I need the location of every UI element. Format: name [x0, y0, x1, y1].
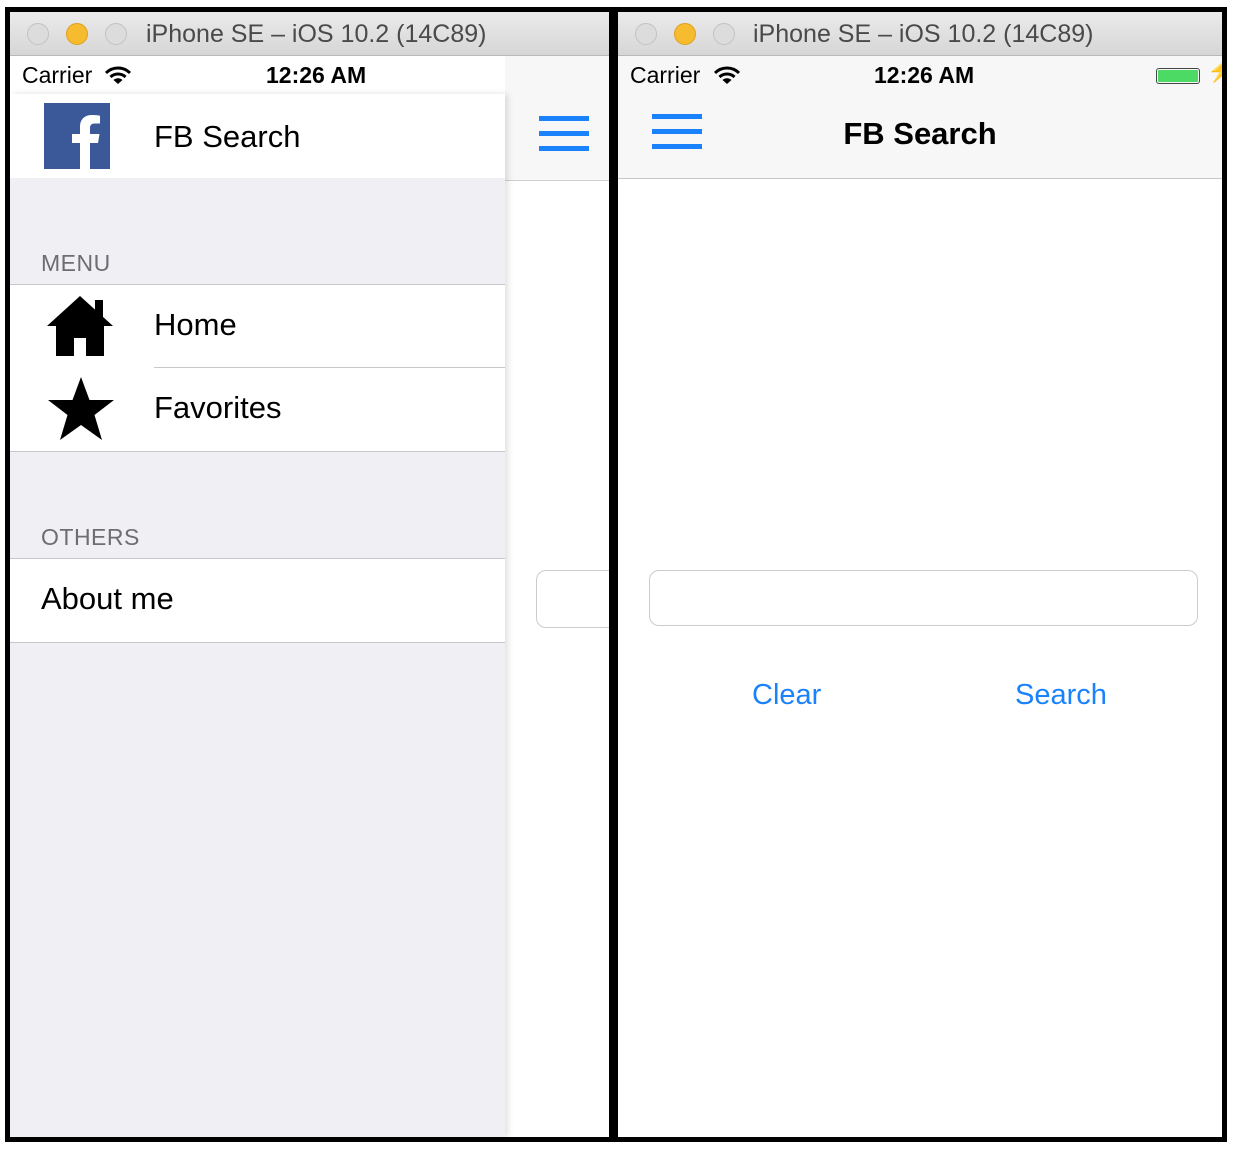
status-bar: Carrier 12:26 AM ⚡: [618, 56, 1222, 94]
search-input[interactable]: [649, 570, 1198, 626]
menu-item-label: Favorites: [154, 390, 282, 425]
menu-item-label: About me: [41, 581, 174, 616]
page-title: FB Search: [843, 116, 997, 151]
simulator-titlebar: iPhone SE – iOS 10.2 (14C89): [10, 12, 609, 56]
window-title: iPhone SE – iOS 10.2 (14C89): [146, 20, 487, 48]
drawer-header: FB Search: [10, 94, 505, 178]
carrier-label: Carrier: [22, 62, 93, 88]
close-window-button[interactable]: [27, 23, 49, 45]
right-simulator-window: iPhone SE – iOS 10.2 (14C89) Carrier 12:…: [613, 7, 1227, 1142]
divider: [10, 642, 505, 643]
charging-bolt-icon: ⚡: [1207, 58, 1222, 84]
clear-button[interactable]: Clear: [752, 679, 821, 712]
facebook-logo-icon: [44, 103, 110, 169]
status-time: 12:26 AM: [266, 62, 367, 88]
minimize-window-button[interactable]: [66, 23, 88, 45]
zoom-window-button[interactable]: [713, 23, 735, 45]
left-simulator-window: iPhone SE – iOS 10.2 (14C89) Carrier 12:…: [5, 7, 614, 1142]
search-input-peek[interactable]: [536, 570, 609, 628]
window-title: iPhone SE – iOS 10.2 (14C89): [753, 20, 1094, 48]
menu-item-home[interactable]: Home: [10, 285, 505, 368]
battery-icon: [1156, 68, 1200, 84]
menu-item-label: Home: [154, 307, 237, 342]
zoom-window-button[interactable]: [105, 23, 127, 45]
close-window-button[interactable]: [635, 23, 657, 45]
wifi-icon: [104, 65, 132, 92]
navigation-bar: FB Search: [618, 94, 1222, 179]
peek-nav-bar: [505, 56, 609, 181]
home-icon: [45, 294, 115, 363]
minimize-window-button[interactable]: [674, 23, 696, 45]
simulator-titlebar: iPhone SE – iOS 10.2 (14C89): [618, 12, 1222, 56]
search-button[interactable]: Search: [1015, 679, 1107, 712]
side-drawer: FB Search MENU Home Favorites OTHERS Abo…: [10, 94, 505, 1137]
divider: [10, 451, 505, 452]
status-time: 12:26 AM: [874, 62, 975, 88]
star-icon: [46, 375, 116, 450]
drawer-app-title: FB Search: [154, 119, 301, 154]
hamburger-menu-icon[interactable]: [539, 116, 589, 157]
menu-item-favorites[interactable]: Favorites: [10, 368, 505, 451]
menu-item-about-me[interactable]: About me: [10, 559, 505, 642]
main-view-peek: [505, 56, 609, 1137]
wifi-icon: [713, 65, 741, 92]
section-header-others: OTHERS: [41, 524, 140, 550]
section-header-menu: MENU: [41, 250, 111, 276]
carrier-label: Carrier: [630, 62, 701, 88]
